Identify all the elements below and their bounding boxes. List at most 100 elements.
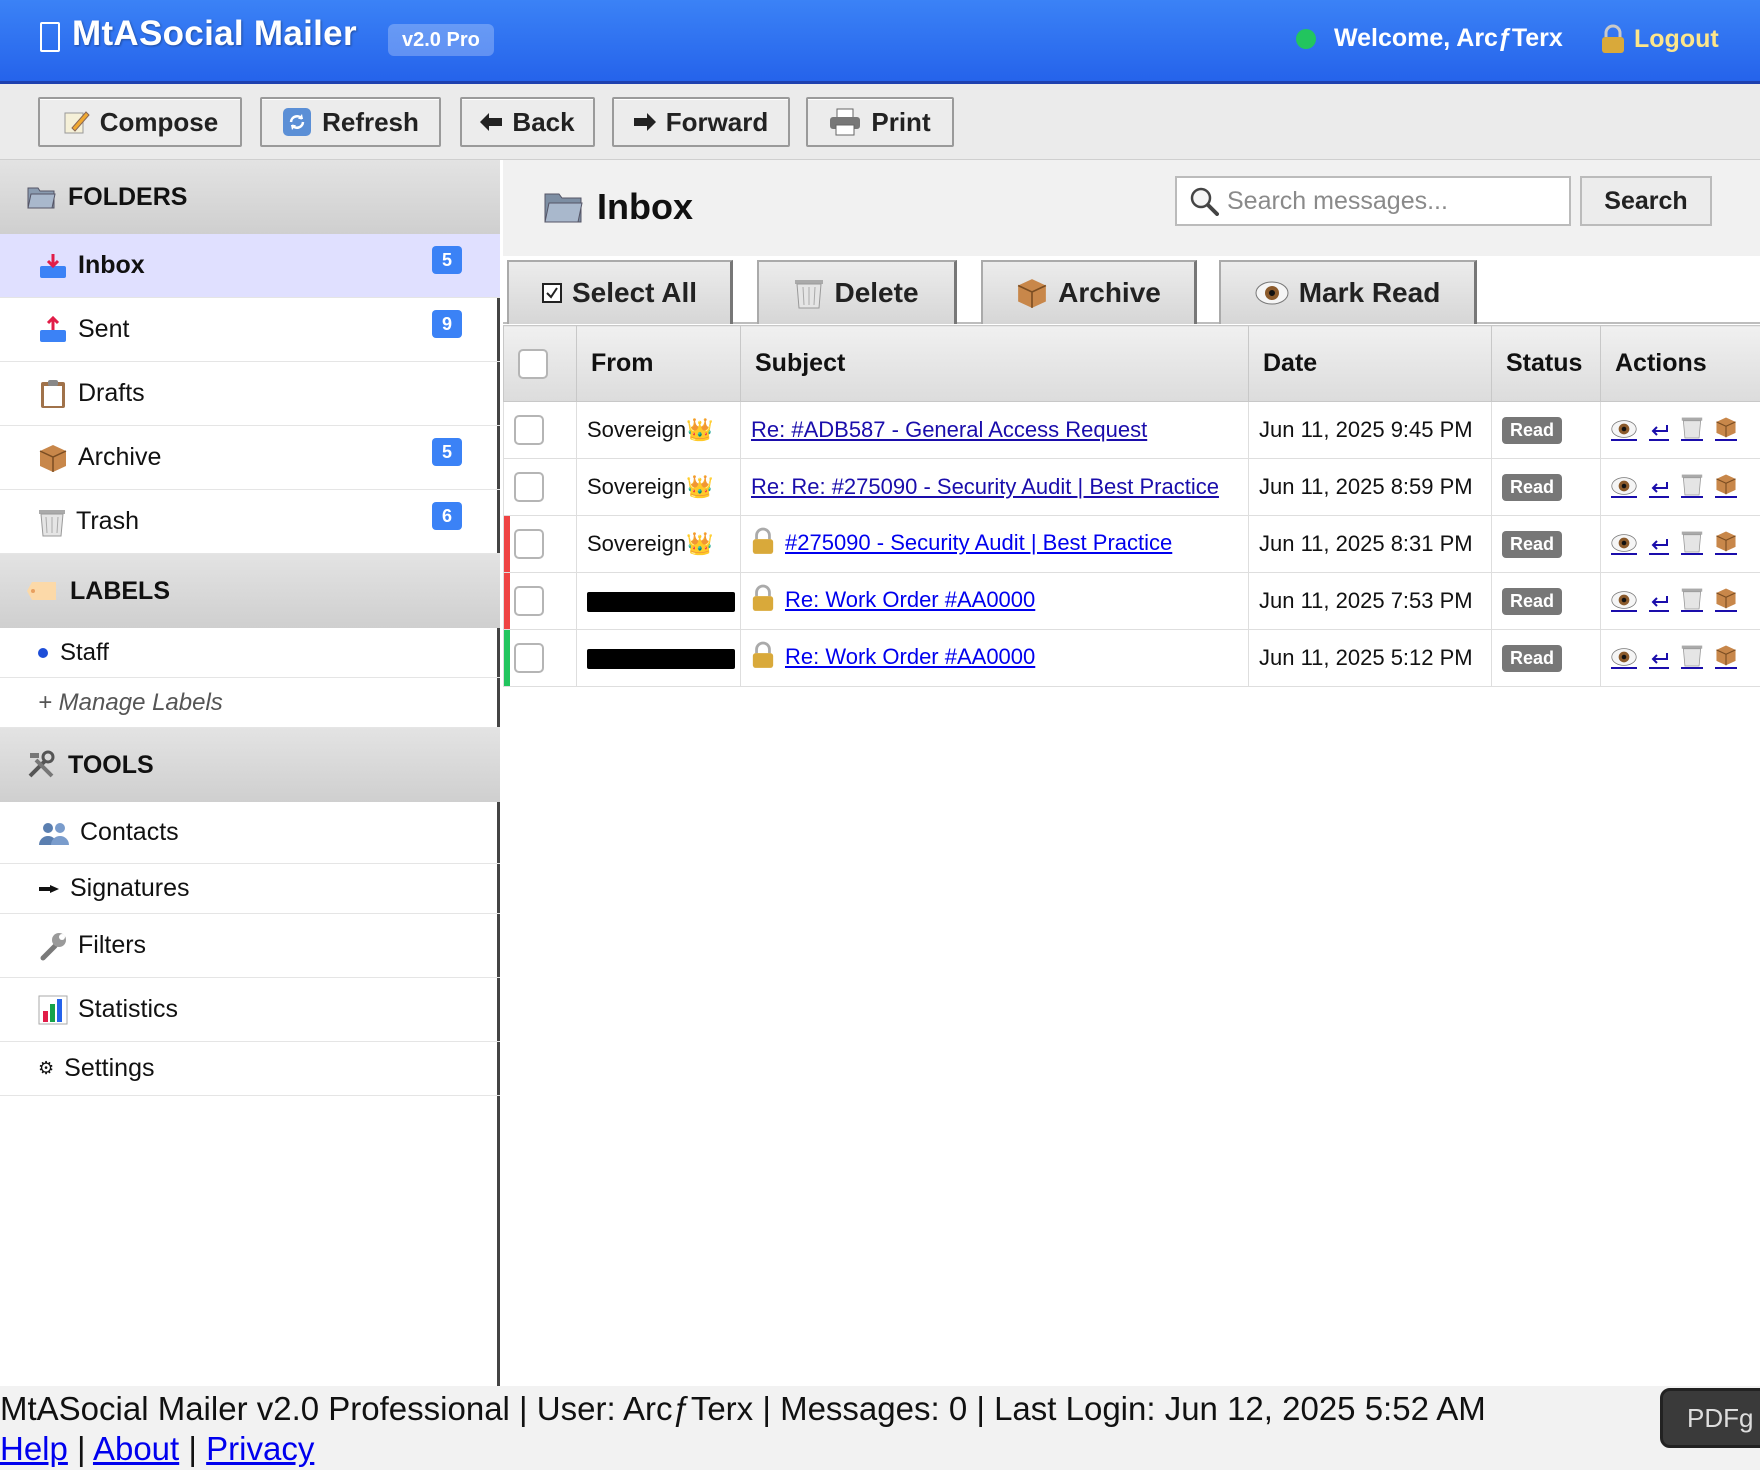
date-cell: Jun 11, 2025 9:45 PM [1248, 401, 1492, 459]
table-row[interactable]: Re: Work Order #AA0000 Jun 11, 2025 5:12… [503, 629, 1760, 687]
pdf-tooltip[interactable]: PDFg [1660, 1388, 1760, 1448]
logout-button[interactable]: Logout [1600, 20, 1719, 58]
table-row[interactable]: Sovereign👑 Re: Re: #275090 - Security Au… [503, 458, 1760, 516]
row-checkbox[interactable] [514, 586, 544, 616]
status-cell: Read [1491, 572, 1601, 630]
row-checkbox[interactable] [514, 415, 544, 445]
date-cell: Jun 11, 2025 8:59 PM [1248, 458, 1492, 516]
label-item-staff[interactable]: Staff [0, 628, 500, 678]
print-button[interactable]: Print [806, 97, 954, 147]
column-header-from[interactable]: From [576, 325, 741, 402]
status-badge: Read [1502, 645, 1563, 672]
search-input[interactable] [1227, 186, 1557, 216]
sidebar-item-label: Sent [78, 315, 130, 343]
status-cell: Read [1491, 515, 1601, 573]
row-checkbox[interactable] [514, 472, 544, 502]
mark-read-button[interactable]: Mark Read [1219, 260, 1477, 324]
view-eye-icon[interactable] [1611, 533, 1637, 555]
archive-label: Archive [1058, 277, 1161, 308]
sender-cell: Sovereign👑 [576, 401, 741, 459]
help-link[interactable]: Help [0, 1430, 68, 1467]
row-checkbox-cell [503, 401, 577, 459]
select-all-button[interactable]: Select All [507, 260, 733, 324]
delete-trash-icon[interactable] [1681, 415, 1704, 441]
subject-link[interactable]: Re: Re: #275090 - Security Audit | Best … [751, 474, 1219, 499]
labels-title: LABELS [70, 576, 170, 605]
view-eye-icon[interactable] [1611, 590, 1637, 612]
reply-arrow-icon[interactable] [1649, 478, 1670, 498]
view-eye-icon[interactable] [1611, 476, 1637, 498]
sidebar-item-settings[interactable]: ⚙ Settings [0, 1042, 500, 1096]
arrow-left-icon [480, 112, 503, 132]
refresh-button[interactable]: Refresh [260, 97, 441, 147]
archive-package-icon[interactable] [1715, 529, 1738, 555]
lock-icon [1602, 24, 1624, 53]
sidebar-item-sent[interactable]: Sent 9 [0, 298, 500, 362]
actions-cell [1600, 515, 1760, 573]
table-row[interactable]: Re: Work Order #AA0000 Jun 11, 2025 7:53… [503, 572, 1760, 630]
archive-button[interactable]: Archive [981, 260, 1197, 324]
app-title: MtASocial Mailer [72, 14, 357, 53]
compose-button[interactable]: Compose [38, 97, 242, 147]
sidebar-item-statistics[interactable]: Statistics [0, 978, 500, 1042]
mark-read-label: Mark Read [1298, 277, 1441, 308]
subject-link[interactable]: Re: Work Order #AA0000 [785, 587, 1035, 612]
select-all-checkbox-cell [503, 325, 577, 402]
subject-cell: #275090 - Security Audit | Best Practice [740, 515, 1249, 573]
row-checkbox[interactable] [514, 529, 544, 559]
redacted-sender [587, 592, 735, 613]
privacy-link[interactable]: Privacy [206, 1430, 314, 1467]
select-all-checkbox[interactable] [518, 348, 548, 379]
forward-button[interactable]: Forward [612, 97, 790, 147]
archive-package-icon[interactable] [1715, 643, 1738, 669]
row-checkbox-cell [503, 629, 577, 687]
archive-package-icon[interactable] [1715, 586, 1738, 612]
delete-trash-icon[interactable] [1681, 643, 1704, 669]
status-badge: Read [1502, 417, 1563, 444]
delete-trash-icon[interactable] [1681, 529, 1704, 555]
sidebar-item-inbox[interactable]: Inbox 5 [0, 234, 500, 298]
delete-trash-icon[interactable] [1681, 586, 1704, 612]
column-header-date[interactable]: Date [1248, 325, 1492, 402]
reply-arrow-icon[interactable] [1649, 649, 1670, 669]
subject-cell: Re: Work Order #AA0000 [740, 572, 1249, 630]
arrow-right-icon [633, 112, 656, 132]
back-button[interactable]: Back [460, 97, 595, 147]
search-button[interactable]: Search [1580, 176, 1712, 226]
manage-labels-link[interactable]: + Manage Labels [0, 678, 500, 728]
table-row[interactable]: Sovereign👑 Re: #ADB587 - General Access … [503, 401, 1760, 459]
reply-arrow-icon[interactable] [1649, 421, 1670, 441]
reply-arrow-icon[interactable] [1649, 535, 1670, 555]
view-eye-icon[interactable] [1611, 419, 1637, 441]
sidebar-item-contacts[interactable]: Contacts [0, 802, 500, 864]
row-checkbox[interactable] [514, 643, 544, 673]
reply-arrow-icon[interactable] [1649, 592, 1670, 612]
column-header-status[interactable]: Status [1491, 325, 1601, 402]
delete-trash-icon[interactable] [1681, 472, 1704, 498]
column-header-actions: Actions [1600, 325, 1760, 402]
view-eye-icon[interactable] [1611, 647, 1637, 669]
sidebar-item-signatures[interactable]: Signatures [0, 864, 500, 914]
sidebar-item-trash[interactable]: Trash 6 [0, 490, 500, 554]
page-title: Inbox [543, 186, 693, 228]
actions-cell [1600, 629, 1760, 687]
archive-package-icon[interactable] [1715, 415, 1738, 441]
subject-link[interactable]: Re: #ADB587 - General Access Request [751, 417, 1147, 442]
bulk-action-bar: Select All Delete Archive Mark Read [503, 256, 1760, 324]
column-header-subject[interactable]: Subject [740, 325, 1249, 402]
about-link[interactable]: About [93, 1430, 179, 1467]
sidebar-item-filters[interactable]: Filters [0, 914, 500, 978]
sidebar-item-drafts[interactable]: Drafts [0, 362, 500, 426]
sidebar-item-archive[interactable]: Archive 5 [0, 426, 500, 490]
date-cell: Jun 11, 2025 5:12 PM [1248, 629, 1492, 687]
inbox-icon [38, 252, 68, 280]
checkbox-icon [541, 283, 562, 303]
actions-cell [1600, 458, 1760, 516]
archive-package-icon[interactable] [1715, 472, 1738, 498]
table-row[interactable]: Sovereign👑 #275090 - Security Audit | Be… [503, 515, 1760, 573]
subject-link[interactable]: Re: Work Order #AA0000 [785, 644, 1035, 669]
delete-button[interactable]: Delete [757, 260, 957, 324]
row-checkbox-cell [503, 458, 577, 516]
status-footer: MtASocial Mailer v2.0 Professional | Use… [0, 1386, 1760, 1470]
subject-link[interactable]: #275090 - Security Audit | Best Practice [785, 530, 1172, 555]
